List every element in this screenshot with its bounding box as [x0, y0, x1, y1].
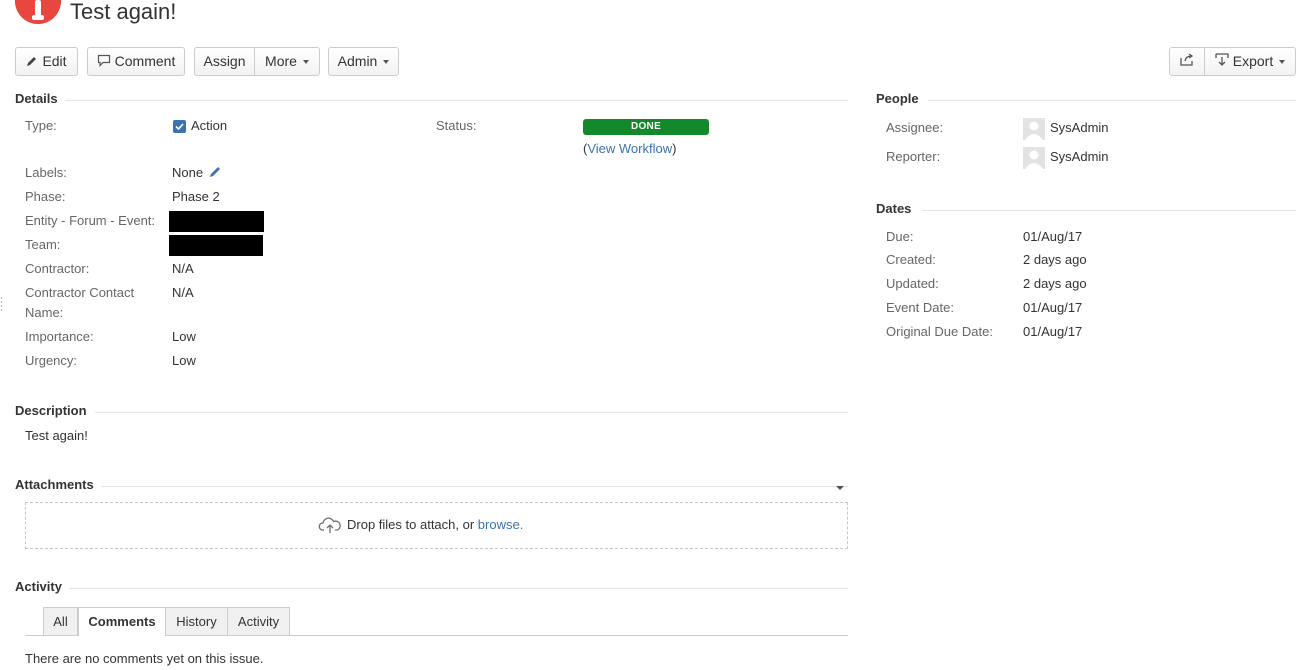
due-label: Due: — [886, 229, 914, 244]
created-label: Created: — [886, 252, 936, 267]
dates-divider — [922, 210, 1296, 211]
tab-history[interactable]: History — [166, 607, 228, 635]
activity-divider — [69, 588, 848, 589]
resize-handle[interactable] — [0, 296, 3, 314]
attachments-divider — [101, 486, 848, 487]
tab-comments[interactable]: Comments — [78, 607, 166, 636]
urgency-value: Low — [172, 353, 196, 368]
active-tab-gap — [79, 634, 165, 636]
share-icon — [1179, 49, 1195, 76]
team-label: Team: — [25, 237, 61, 252]
reporter-label: Reporter: — [886, 149, 941, 164]
description-text[interactable]: Test again! — [25, 426, 88, 446]
status-label: Status: — [436, 118, 477, 133]
admin-button[interactable]: Admin — [328, 47, 399, 76]
redacted-entity-value — [169, 211, 264, 232]
caret-down-icon — [1279, 60, 1286, 65]
people-divider — [928, 100, 1296, 101]
more-label: More — [265, 53, 297, 69]
details-heading: Details — [15, 91, 58, 106]
phase-value: Phase 2 — [172, 189, 220, 204]
labels-value: None — [172, 165, 204, 180]
cloud-upload-icon — [318, 516, 342, 537]
description-heading: Description — [15, 403, 87, 418]
dates-heading: Dates — [876, 201, 912, 216]
contractor-contact-value: N/A — [172, 285, 194, 300]
assignee-value[interactable]: SysAdmin — [1050, 118, 1109, 138]
due-value: 01/Aug/17 — [1023, 229, 1083, 244]
user-icon — [1025, 150, 1043, 169]
checkbox-icon — [173, 120, 186, 133]
updated-label: Updated: — [886, 276, 939, 291]
type-value: Action — [191, 118, 228, 133]
workflow-paren-close: ) — [672, 141, 677, 156]
created-value: 2 days ago — [1023, 252, 1087, 267]
project-logo-icon — [15, 0, 61, 24]
contractor-contact-label-line2: Name: — [25, 305, 64, 320]
type-label: Type: — [25, 118, 57, 133]
project-avatar[interactable] — [15, 0, 61, 24]
user-icon — [1025, 121, 1043, 140]
original-due-date-label: Original Due Date: — [886, 324, 993, 339]
caret-down-icon — [383, 60, 390, 65]
export-button[interactable]: Export — [1205, 47, 1296, 76]
description-divider — [95, 412, 848, 413]
status-badge: DONE — [583, 119, 709, 135]
phase-label: Phase: — [25, 189, 66, 204]
attachments-heading: Attachments — [15, 477, 94, 492]
admin-label: Admin — [337, 53, 378, 69]
view-workflow-link[interactable]: View Workflow — [587, 141, 672, 156]
tab-activity[interactable]: Activity — [228, 607, 290, 635]
contractor-contact-label-line1: Contractor Contact — [25, 285, 135, 300]
people-heading: People — [876, 91, 919, 106]
assignee-label: Assignee: — [886, 120, 944, 135]
assignee-avatar — [1023, 118, 1045, 140]
view-workflow: (View Workflow) — [583, 139, 676, 159]
labels-label: Labels: — [25, 165, 67, 180]
contractor-label: Contractor: — [25, 261, 90, 276]
drop-files-text: Drop files to attach, or browse. — [347, 515, 523, 535]
importance-value: Low — [172, 329, 196, 344]
details-divider — [65, 100, 848, 101]
share-button[interactable] — [1169, 47, 1205, 76]
edit-labels-pencil-icon[interactable] — [209, 165, 222, 181]
assign-button[interactable]: Assign — [194, 47, 255, 76]
activity-heading: Activity — [15, 579, 62, 594]
pencil-icon — [26, 49, 38, 76]
export-icon — [1215, 49, 1229, 76]
reporter-avatar — [1023, 147, 1045, 169]
urgency-label: Urgency: — [25, 353, 78, 368]
comment-label: Comment — [114, 53, 176, 69]
edit-label: Edit — [42, 53, 67, 69]
drop-files-label: Drop files to attach, or — [347, 517, 478, 532]
event-date-label: Event Date: — [886, 300, 954, 315]
comment-icon — [97, 49, 111, 76]
event-date-value: 01/Aug/17 — [1023, 300, 1083, 315]
tab-all[interactable]: All — [43, 607, 78, 635]
export-label: Export — [1232, 53, 1274, 69]
edit-button[interactable]: Edit — [15, 47, 78, 76]
entity-forum-event-label: Entity - Forum - Event: — [25, 213, 156, 228]
more-button[interactable]: More — [255, 47, 320, 76]
assign-label: Assign — [203, 53, 246, 69]
contractor-value: N/A — [172, 261, 194, 276]
caret-down-icon — [302, 60, 309, 65]
updated-value: 2 days ago — [1023, 276, 1087, 291]
attachments-options-caret-icon[interactable] — [836, 486, 844, 490]
comment-button[interactable]: Comment — [87, 47, 185, 76]
issue-title: Test again! — [70, 0, 177, 24]
reporter-value[interactable]: SysAdmin — [1050, 147, 1109, 167]
redacted-team-value — [169, 235, 263, 256]
original-due-date-value: 01/Aug/17 — [1023, 324, 1083, 339]
no-comments-message: There are no comments yet on this issue. — [25, 651, 264, 666]
browse-link[interactable]: browse. — [478, 517, 524, 532]
importance-label: Importance: — [25, 329, 94, 344]
